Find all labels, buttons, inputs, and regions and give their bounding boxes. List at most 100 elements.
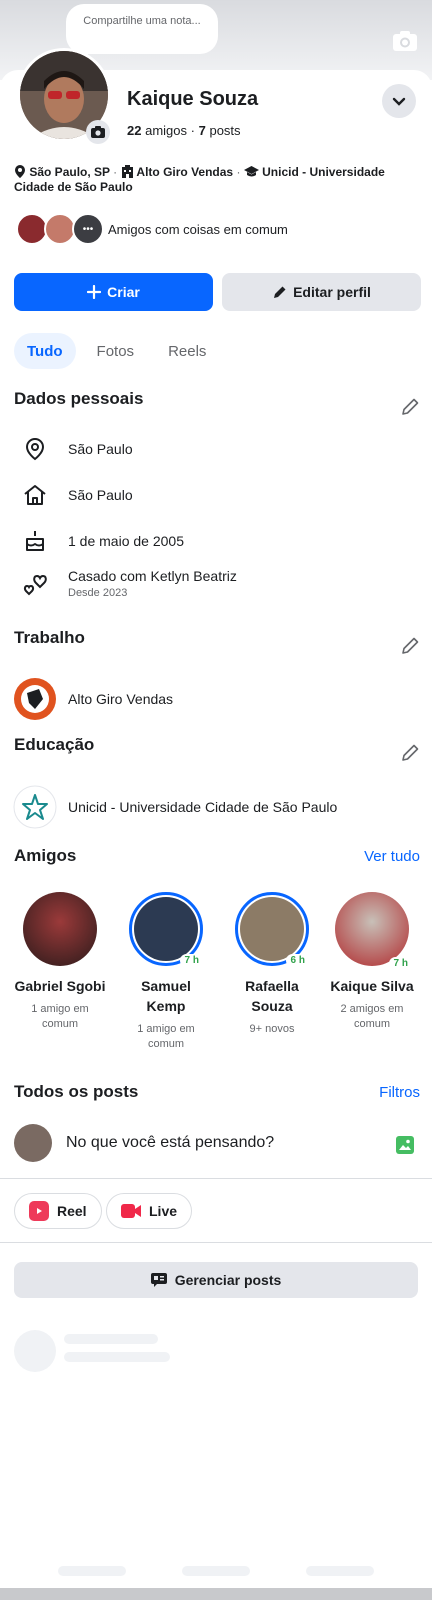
see-all-friends-link[interactable]: Ver tudo [364, 848, 420, 865]
mutual-friend-avatar: ••• [72, 213, 104, 245]
friend-avatar: 7 h [129, 892, 204, 967]
create-button[interactable]: Criar [14, 273, 213, 311]
edit-personal-pencil-icon[interactable] [400, 397, 420, 417]
bottom-nav-placeholder [58, 1566, 126, 1576]
current-city-row: São Paulo [20, 434, 133, 464]
hometown-row: São Paulo [20, 480, 133, 510]
edit-profile-button[interactable]: Editar perfil [222, 273, 421, 311]
story-time-badge: 7 h [388, 957, 413, 970]
star-icon [13, 785, 57, 829]
plus-icon [87, 285, 102, 299]
school-name: Unicid - Universidade Cidade de São Paul… [68, 799, 338, 815]
bottom-nav-placeholder [182, 1566, 250, 1576]
graduation-cap-icon [243, 166, 259, 177]
company-name: Alto Giro Vendas [68, 691, 174, 707]
filters-link[interactable]: Filtros [379, 1084, 420, 1101]
cake-icon [26, 531, 44, 551]
birthday-row: 1 de maio de 2005 [20, 526, 184, 556]
edit-profile-label: Editar perfil [293, 284, 371, 300]
friend-avatar: 7 h [335, 892, 413, 970]
relationship-row: Casado com Ketlyn Beatriz Desde 2023 [20, 568, 237, 599]
live-label: Live [149, 1203, 178, 1219]
friends-label: amigos [145, 123, 188, 138]
friend-avatar: 6 h [235, 892, 310, 967]
intro-location[interactable]: São Paulo, SP [29, 165, 109, 179]
location-pin-icon [15, 165, 25, 178]
loading-placeholder [14, 1330, 56, 1372]
friend-name: Kaique Silva [330, 978, 414, 994]
intro-dot: · [236, 165, 241, 179]
manage-posts-button[interactable]: Gerenciar posts [14, 1262, 418, 1298]
profile-name: Kaique Souza [127, 88, 259, 110]
intro-dot: · [113, 165, 118, 179]
friend-card[interactable]: 6 h Rafaella Souza 9+ novos [226, 892, 318, 1037]
create-label: Criar [107, 284, 140, 300]
friend-mutual: 9+ novos [249, 1023, 295, 1035]
relationship: Casado com Ketlyn Beatriz Desde 2023 [68, 568, 237, 599]
profile-menu-button[interactable] [382, 84, 416, 118]
reel-icon [29, 1201, 49, 1221]
edit-work-pencil-icon[interactable] [400, 636, 420, 656]
composer-avatar [14, 1124, 52, 1162]
bottom-nav-placeholder [306, 1566, 374, 1576]
mutual-friends-row[interactable]: ••• Amigos com coisas em comum [16, 212, 288, 246]
personal-details-title: Dados pessoais [14, 389, 144, 408]
profile-tabs: Tudo Fotos Reels [14, 333, 219, 369]
tab-reels[interactable]: Reels [155, 333, 219, 369]
work-row[interactable]: Alto Giro Vendas [13, 677, 173, 721]
loading-placeholder [64, 1352, 170, 1362]
divider [0, 1242, 432, 1243]
camera-icon[interactable] [392, 30, 418, 52]
work-title: Trabalho [14, 628, 85, 647]
pencil-icon [274, 286, 286, 298]
post-composer[interactable]: No que você está pensando? [14, 1122, 418, 1164]
posts-icon [150, 1273, 167, 1287]
posts-label: posts [209, 123, 241, 138]
hometown: São Paulo [68, 487, 133, 503]
friend-avatar [23, 892, 97, 966]
profile-counts[interactable]: 22 amigos · 7 posts [127, 123, 241, 138]
avatar-camera-button[interactable] [86, 120, 110, 144]
camera-icon [91, 126, 105, 138]
friend-card[interactable]: 7 h Samuel Kemp 1 amigo em comum [120, 892, 212, 1052]
friend-mutual: 1 amigo em comum [31, 1003, 89, 1030]
reel-button[interactable]: Reel [14, 1193, 102, 1229]
counts-separator: · [190, 123, 195, 138]
manage-posts-label: Gerenciar posts [174, 1272, 282, 1288]
intro-work[interactable]: Alto Giro Vendas [136, 165, 233, 179]
tab-tudo[interactable]: Tudo [14, 333, 76, 369]
system-nav-bar [0, 1588, 432, 1600]
education-row[interactable]: Unicid - Universidade Cidade de São Paul… [13, 785, 337, 829]
intro-line: São Paulo, SP · Alto Giro Vendas · Unici… [14, 165, 418, 195]
note-text: Compartilhe uma nota... [83, 15, 201, 27]
location-pin-icon [25, 437, 45, 461]
friend-name: Samuel Kemp [141, 978, 191, 1014]
reel-label: Reel [57, 1203, 87, 1219]
friends-count: 22 [127, 123, 142, 138]
friend-card[interactable]: Gabriel Sgobi 1 amigo em comum [14, 892, 106, 1032]
friend-mutual: 1 amigo em comum [137, 1023, 195, 1050]
friends-title: Amigos [14, 846, 77, 865]
relationship-since: Desde 2023 [68, 587, 128, 599]
friend-name: Rafaella Souza [245, 978, 299, 1014]
photo-icon[interactable] [396, 1136, 414, 1154]
company-logo-icon [14, 678, 56, 720]
building-icon [121, 165, 133, 178]
tab-fotos[interactable]: Fotos [84, 333, 148, 369]
friend-card[interactable]: 7 h Kaique Silva 2 amigos em comum [326, 892, 418, 1032]
friend-mutual: 2 amigos em comum [340, 1003, 404, 1030]
relationship-status: Casado com Ketlyn Beatriz [68, 568, 237, 584]
hearts-icon [23, 574, 47, 595]
current-city: São Paulo [68, 441, 133, 457]
education-title: Educação [14, 735, 95, 754]
story-time-badge: 7 h [179, 954, 204, 967]
birthday: 1 de maio de 2005 [68, 533, 184, 549]
chevron-down-icon [392, 97, 406, 106]
edit-education-pencil-icon[interactable] [400, 743, 420, 763]
composer-placeholder: No que você está pensando? [66, 1134, 275, 1151]
note-bubble[interactable]: Compartilhe uma nota... [66, 4, 218, 60]
divider [0, 1178, 432, 1179]
posts-count: 7 [198, 123, 206, 138]
live-button[interactable]: Live [106, 1193, 193, 1229]
friend-name: Gabriel Sgobi [14, 978, 106, 994]
